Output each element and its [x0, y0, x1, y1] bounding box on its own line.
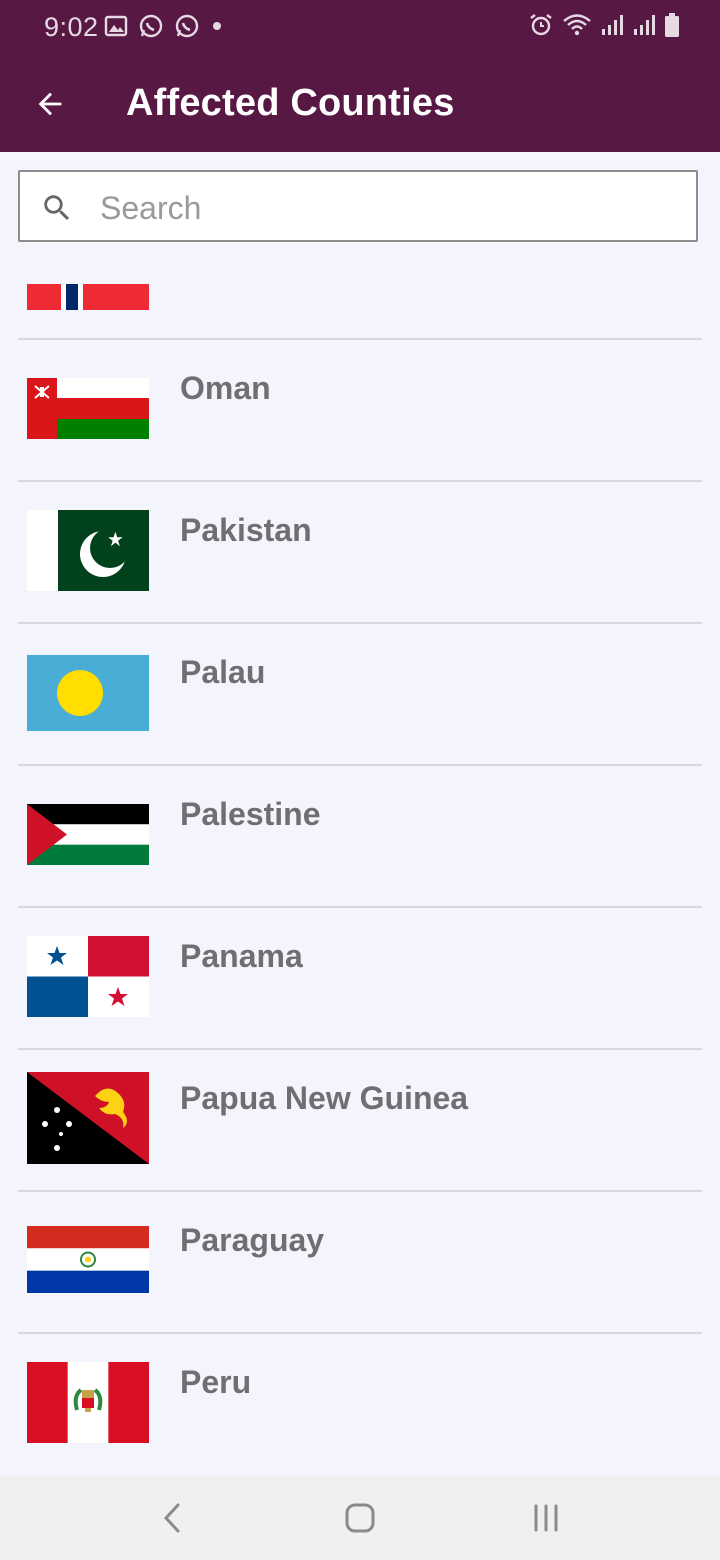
recents-icon	[534, 1504, 558, 1532]
back-button[interactable]	[24, 78, 76, 130]
palau-flag-icon	[27, 655, 149, 731]
list-item[interactable]: Pakistan	[18, 482, 702, 624]
list-item[interactable]: Oman	[18, 340, 702, 482]
dot-icon	[213, 22, 221, 30]
nav-home-button[interactable]	[330, 1496, 390, 1540]
country-name: Paraguay	[180, 1222, 325, 1258]
list-item[interactable]: Palau	[18, 624, 702, 766]
list-item[interactable]: Peru	[18, 1334, 702, 1476]
pakistan-flag-icon	[27, 510, 149, 591]
app-bar: 9:02 Affected Counties	[0, 0, 720, 152]
gallery-icon	[104, 15, 128, 37]
system-navigation-bar	[0, 1476, 720, 1560]
country-name: Papua New Guinea	[180, 1080, 469, 1116]
page-title: Affected Counties	[126, 82, 455, 124]
panama-flag-icon	[27, 936, 149, 1017]
peru-flag-icon	[27, 1362, 149, 1443]
list-item[interactable]: Panama	[18, 908, 702, 1050]
chevron-left-icon	[163, 1503, 180, 1533]
whatsapp-icon	[175, 14, 199, 38]
status-notification-icons	[104, 13, 224, 39]
arrow-back-icon	[38, 92, 62, 116]
partial-flag-icon	[27, 284, 149, 310]
whatsapp-icon	[139, 14, 163, 38]
nav-recents-button[interactable]	[516, 1496, 576, 1540]
nav-back-button[interactable]	[142, 1496, 202, 1540]
signal-icon	[634, 15, 655, 35]
list-item[interactable]: Papua New Guinea	[18, 1050, 702, 1192]
status-system-icons	[528, 12, 680, 38]
battery-icon	[665, 13, 679, 37]
country-name: Palau	[180, 654, 266, 690]
country-name: Pakistan	[180, 512, 312, 548]
list-item[interactable]	[18, 192, 702, 340]
country-name: Panama	[180, 938, 303, 974]
home-square-icon	[345, 1503, 375, 1533]
wifi-icon	[563, 14, 591, 36]
papua-new-guinea-flag-icon	[27, 1072, 149, 1164]
paraguay-flag-icon	[27, 1226, 149, 1293]
list-item[interactable]: Palestine	[18, 766, 702, 908]
signal-icon	[602, 15, 623, 35]
list-item[interactable]: Paraguay	[18, 1192, 702, 1334]
oman-flag-icon	[27, 378, 149, 439]
status-bar: 9:02	[0, 0, 720, 56]
country-name: Peru	[180, 1364, 252, 1400]
alarm-icon	[530, 14, 552, 36]
status-time: 9:02	[44, 12, 99, 42]
country-name: Oman	[180, 370, 271, 406]
country-name: Palestine	[180, 796, 321, 832]
palestine-flag-icon	[27, 804, 149, 865]
